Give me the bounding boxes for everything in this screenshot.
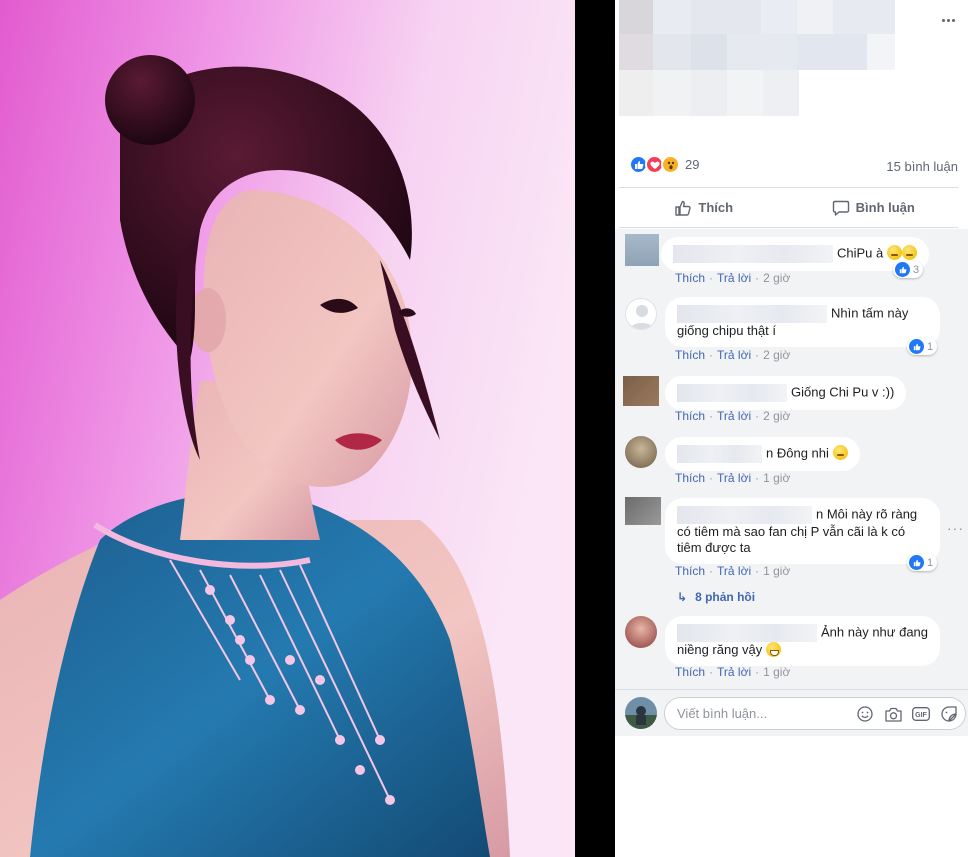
comment-input-placeholder: Viết bình luận... bbox=[677, 706, 768, 721]
like-icon bbox=[895, 262, 910, 277]
like-icon bbox=[909, 339, 924, 354]
replies-count: 8 phản hồi bbox=[695, 590, 756, 604]
comment-like-badge[interactable]: 1 bbox=[907, 554, 938, 571]
comment-time: 1 giờ bbox=[763, 564, 791, 578]
reply-arrow-icon: ↳ bbox=[677, 590, 688, 604]
wow-icon bbox=[661, 155, 680, 174]
camera-icon[interactable] bbox=[884, 705, 902, 723]
blurred-author-name[interactable] bbox=[677, 445, 762, 463]
comment-bubble: Giống Chi Pu v :)) bbox=[665, 376, 907, 410]
composer-icons: GIF bbox=[856, 705, 958, 723]
comment-item: ChiPu à 3 Thích · Trả lời · 2 giờ bbox=[615, 229, 968, 289]
comment-item: n Môi này rõ ràng có tiêm mà sao fan chị… bbox=[615, 494, 968, 589]
comment-time: 2 giờ bbox=[763, 409, 791, 423]
comment-reply-link[interactable]: Trả lời bbox=[717, 564, 751, 578]
comment-reply-link[interactable]: Trả lời bbox=[717, 409, 751, 423]
comment-bubble: ChiPu à bbox=[661, 237, 929, 271]
blurred-header bbox=[619, 0, 895, 118]
comment-bubble: Nhìn tấm này giống chipu thật í bbox=[665, 297, 940, 347]
comment-like-count: 1 bbox=[927, 340, 934, 353]
comment-text: ChiPu à bbox=[837, 245, 884, 261]
view-replies-link[interactable]: ↳ 8 phản hồi bbox=[677, 590, 755, 604]
rolling-eyes-emoji-icon bbox=[886, 245, 902, 261]
avatar[interactable] bbox=[623, 376, 659, 406]
speech-bubble-icon bbox=[832, 200, 849, 216]
avatar[interactable] bbox=[625, 497, 661, 525]
comment-like-badge[interactable]: 3 bbox=[893, 261, 924, 278]
comment-item: n Đông nhi Thích · Trả lời · 1 giờ bbox=[615, 431, 968, 493]
more-options-button[interactable] bbox=[938, 10, 958, 30]
blurred-author-name[interactable] bbox=[677, 384, 787, 402]
comments-list: ChiPu à 3 Thích · Trả lời · 2 giờ Nhìn tấm n… bbox=[615, 229, 968, 689]
comment-meta: Thích · Trả lời · 2 giờ bbox=[675, 271, 791, 285]
photo-gap bbox=[575, 0, 615, 857]
comment-item: Ảnh này như đang niềng răng vậy Thích · Tr… bbox=[615, 613, 968, 685]
comment-more-button[interactable]: ··· bbox=[947, 520, 964, 536]
comment-reply-link[interactable]: Trả lời bbox=[717, 271, 751, 285]
comment-time: 1 giờ bbox=[763, 665, 791, 679]
like-button-label: Thích bbox=[698, 200, 734, 215]
comments-count-link[interactable]: 15 bình luận bbox=[886, 159, 958, 174]
comment-bubble: n Môi này rõ ràng có tiêm mà sao fan chị… bbox=[665, 498, 940, 564]
post-side-panel: 29 15 bình luận Thích Bình luận ChiPu à … bbox=[615, 0, 968, 857]
comment-like-count: 3 bbox=[913, 263, 920, 276]
avatar[interactable] bbox=[625, 436, 657, 468]
svg-text:GIF: GIF bbox=[915, 712, 927, 719]
like-button[interactable]: Thích bbox=[619, 188, 789, 227]
thumbs-up-icon bbox=[675, 200, 692, 216]
reaction-count: 29 bbox=[685, 157, 700, 172]
gif-icon[interactable]: GIF bbox=[912, 705, 930, 723]
blurred-author-name[interactable] bbox=[677, 305, 827, 323]
comment-like-link[interactable]: Thích bbox=[675, 665, 705, 679]
comment-like-link[interactable]: Thích bbox=[675, 409, 705, 423]
avatar[interactable] bbox=[625, 234, 659, 266]
comment-button-label: Bình luận bbox=[855, 200, 915, 215]
comment-reply-link[interactable]: Trả lời bbox=[717, 348, 751, 362]
comment-item: Nhìn tấm này giống chipu thật í 1 Thích ·… bbox=[615, 291, 968, 367]
like-icon bbox=[909, 555, 924, 570]
comment-like-link[interactable]: Thích bbox=[675, 471, 705, 485]
comment-text: Giống Chi Pu v :)) bbox=[791, 384, 895, 400]
comment-composer: Viết bình luận... GIF bbox=[615, 689, 968, 736]
sticker-icon[interactable] bbox=[940, 705, 958, 723]
current-user-avatar[interactable] bbox=[625, 697, 657, 729]
rolling-eyes-emoji-icon bbox=[901, 245, 917, 261]
comment-meta: Thích · Trả lời · 1 giờ bbox=[675, 471, 791, 485]
post-photo[interactable] bbox=[0, 0, 575, 857]
comment-meta: Thích · Trả lời · 2 giờ bbox=[675, 409, 791, 423]
blurred-author-name[interactable] bbox=[677, 624, 817, 642]
comment-time: 1 giờ bbox=[763, 471, 791, 485]
comment-like-link[interactable]: Thích bbox=[675, 271, 705, 285]
blurred-author-name[interactable] bbox=[677, 506, 812, 524]
comment-meta: Thích · Trả lời · 1 giờ bbox=[675, 665, 791, 679]
comment-reply-link[interactable]: Trả lời bbox=[717, 471, 751, 485]
comment-like-link[interactable]: Thích bbox=[675, 564, 705, 578]
reactions-summary[interactable]: 29 bbox=[629, 155, 699, 174]
comment-text: n Đông nhi bbox=[766, 445, 829, 461]
comment-time: 2 giờ bbox=[763, 271, 791, 285]
comment-like-link[interactable]: Thích bbox=[675, 348, 705, 362]
comment-button[interactable]: Bình luận bbox=[789, 188, 959, 227]
photo-image bbox=[0, 0, 575, 857]
avatar[interactable] bbox=[625, 616, 657, 648]
comment-like-count: 1 bbox=[927, 556, 934, 569]
comment-bubble: Ảnh này như đang niềng răng vậy bbox=[665, 616, 940, 666]
comment-meta: Thích · Trả lời · 1 giờ bbox=[675, 564, 791, 578]
comment-reply-link[interactable]: Trả lời bbox=[717, 665, 751, 679]
comment-like-badge[interactable]: 1 bbox=[907, 338, 938, 355]
avatar[interactable] bbox=[625, 298, 657, 330]
comment-time: 2 giờ bbox=[763, 348, 791, 362]
comment-bubble: n Đông nhi bbox=[665, 437, 860, 471]
comment-item: Giống Chi Pu v :)) Thích · Trả lời · 2 giờ bbox=[615, 369, 968, 429]
emoji-icon[interactable] bbox=[856, 705, 874, 723]
blurred-author-name[interactable] bbox=[673, 245, 833, 263]
rolling-eyes-emoji-icon bbox=[832, 445, 848, 461]
comment-meta: Thích · Trả lời · 2 giờ bbox=[675, 348, 791, 362]
action-bar: Thích Bình luận bbox=[619, 187, 958, 228]
grinning-emoji-icon bbox=[765, 642, 781, 657]
